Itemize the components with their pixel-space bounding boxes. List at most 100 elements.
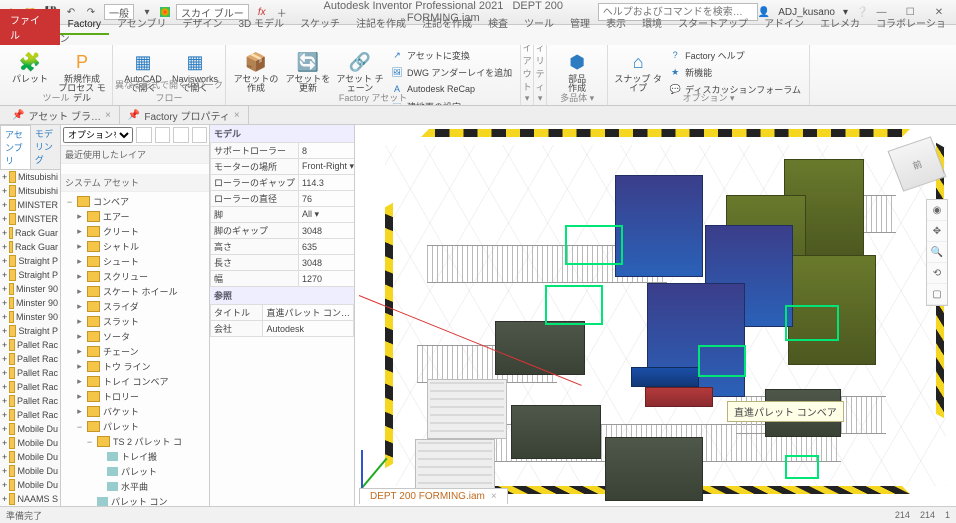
asset-leaf[interactable]: パレット コン — [61, 494, 209, 506]
property-value[interactable]: 3048 — [299, 223, 355, 239]
close-icon[interactable]: × — [234, 110, 240, 121]
asset-folder[interactable]: ▸スラット — [61, 314, 209, 329]
asset-options-select[interactable]: オプションを選択 — [63, 127, 133, 143]
expand-icon[interactable]: − — [85, 437, 94, 447]
ribbon-tab[interactable]: デザイン — [175, 16, 231, 33]
expand-icon[interactable]: ▸ — [75, 331, 84, 342]
browser-item[interactable]: +Pallet Rac — [0, 380, 60, 394]
pin-icon[interactable]: 📌 — [128, 110, 140, 121]
property-row[interactable]: タイトル直進パレット コン… — [211, 305, 354, 321]
expand-icon[interactable]: − — [75, 422, 84, 432]
zoom-icon[interactable]: 🔍 — [927, 242, 947, 263]
panel-tab-asset-browser[interactable]: 📌 アセット ブラ…× — [4, 106, 120, 125]
expand-icon[interactable]: ▸ — [75, 241, 84, 252]
browser-item[interactable]: +Pallet Rac — [0, 352, 60, 366]
property-row[interactable]: 幅1270 — [211, 271, 356, 287]
browser-item[interactable]: +MINSTER — [0, 198, 60, 212]
asset-folder[interactable]: −TS 2 パレット コ — [61, 434, 209, 449]
browser-item[interactable]: +Mitsubishi — [0, 184, 60, 198]
browser-item[interactable]: +Straight P — [0, 324, 60, 338]
asset-folder[interactable]: −パレット — [61, 419, 209, 434]
browser-item[interactable]: +Pallet Rac — [0, 394, 60, 408]
expand-icon[interactable]: ▸ — [75, 211, 84, 222]
browser-item[interactable]: +Mobile Du — [0, 436, 60, 450]
browser-item[interactable]: +Minster 90 — [0, 282, 60, 296]
browser-item[interactable]: +Mitsubishi — [0, 170, 60, 184]
asset-leaf[interactable]: トレイ搬 — [61, 449, 209, 464]
ribbon-tab[interactable]: 検査 — [480, 16, 516, 33]
pallet-conveyor-selected[interactable] — [645, 387, 713, 407]
asset-folder[interactable]: ▸シュート — [61, 254, 209, 269]
property-value[interactable]: All ▾ — [299, 207, 355, 223]
browser-item[interactable]: +Straight P — [0, 268, 60, 282]
expand-icon[interactable]: ▸ — [75, 256, 84, 267]
asset-folder[interactable]: −コンベア — [61, 194, 209, 209]
ribbon-tab[interactable]: ツール — [516, 16, 562, 33]
pan-icon[interactable]: ✥ — [927, 221, 947, 242]
ribbon-tab[interactable]: アドイン — [756, 16, 812, 33]
property-value[interactable]: 8 — [299, 143, 355, 159]
asset-folder[interactable]: ▸スクリュー — [61, 269, 209, 284]
search-icon[interactable] — [155, 127, 171, 143]
browser-item[interactable]: +Pallet Rac — [0, 338, 60, 352]
property-row[interactable]: 高さ635 — [211, 239, 356, 255]
property-value[interactable]: 114.3 — [299, 175, 355, 191]
browser-item[interactable]: +Rack Guar — [0, 226, 60, 240]
browser-item[interactable]: +Minster 90 — [0, 310, 60, 324]
browser-item[interactable]: +MINSTER — [0, 212, 60, 226]
pin-icon[interactable]: 📌 — [12, 110, 24, 121]
close-icon[interactable]: × — [105, 110, 111, 121]
pallet-conveyor[interactable] — [631, 367, 699, 387]
ribbon-tab[interactable]: アセンブリ — [109, 16, 175, 33]
expand-icon[interactable]: ▸ — [75, 346, 84, 357]
refresh-icon[interactable] — [173, 127, 189, 143]
browser-item[interactable]: +Mobile Du — [0, 478, 60, 492]
expand-icon[interactable]: ▸ — [75, 316, 84, 327]
property-value[interactable]: 直進パレット コン… — [263, 305, 354, 321]
panel-tab-factory-properties[interactable]: 📌 Factory プロパティ× — [120, 106, 249, 125]
ribbon-tab[interactable]: 環境 — [634, 16, 670, 33]
asset-leaf[interactable]: パレット — [61, 464, 209, 479]
browser-item[interactable]: +Pallet Rac — [0, 366, 60, 380]
browser-item[interactable]: +Minster 90 — [0, 296, 60, 310]
steering-wheel-icon[interactable]: ◉ — [927, 200, 947, 221]
ribbon-tab[interactable]: スケッチ — [292, 16, 348, 33]
property-row[interactable]: ローラーのギャップ114.3 — [211, 175, 356, 191]
expand-icon[interactable]: ▸ — [75, 376, 84, 387]
document-tab[interactable]: DEPT 200 FORMING.iam× — [359, 488, 508, 504]
ribbon-tab[interactable]: 注記を作成 — [414, 16, 480, 33]
browser-item[interactable]: +Pallet Rac — [0, 408, 60, 422]
asset-folder[interactable]: ▸トレイ コンベア — [61, 374, 209, 389]
ribbon-button[interactable]: ⬢部品作成 — [553, 47, 601, 94]
file-tab[interactable]: ファイル — [0, 9, 60, 45]
ribbon-small-button[interactable]: ?Factory ヘルプ — [666, 47, 803, 63]
asset-folder[interactable]: ▸クリート — [61, 224, 209, 239]
ribbon-tab[interactable]: スタートアップ — [670, 16, 756, 33]
expand-icon[interactable]: ▸ — [75, 361, 84, 372]
ribbon-tab[interactable]: 3D モデル — [231, 16, 293, 33]
lookat-icon[interactable]: ▢ — [927, 284, 947, 305]
expand-icon[interactable]: ▸ — [75, 286, 84, 297]
ribbon-small-button[interactable]: 🖼DWG アンダーレイを追加 — [388, 64, 514, 80]
asset-folder[interactable]: ▸トウ ライン — [61, 359, 209, 374]
property-row[interactable]: モーターの場所Front-Right ▾ — [211, 159, 356, 175]
asset-leaf[interactable]: 水平曲 — [61, 479, 209, 494]
property-value[interactable]: 635 — [299, 239, 355, 255]
browser-item[interactable]: +Rack Guar — [0, 240, 60, 254]
property-value[interactable]: 76 — [299, 191, 355, 207]
asset-folder[interactable]: ▸ソータ — [61, 329, 209, 344]
property-row[interactable]: サポートローラー8 — [211, 143, 356, 159]
ribbon-tab[interactable]: 注記を作成 — [348, 16, 414, 33]
asset-folder[interactable]: ▸スケート ホイール — [61, 284, 209, 299]
browser-tab-assembly[interactable]: アセンブリ — [0, 125, 31, 169]
gear-icon[interactable] — [192, 127, 208, 143]
asset-folder[interactable]: ▸シャトル — [61, 239, 209, 254]
asset-folder[interactable]: ▸バケット — [61, 404, 209, 419]
ribbon-tab[interactable]: エレメカ — [812, 16, 868, 33]
property-row[interactable]: 長さ3048 — [211, 255, 356, 271]
expand-icon[interactable]: ▸ — [75, 406, 84, 417]
ribbon-small-button[interactable]: ★新機能 — [666, 64, 803, 80]
browser-item[interactable]: +Mobile Du — [0, 422, 60, 436]
asset-folder[interactable]: ▸エアー — [61, 209, 209, 224]
property-value[interactable]: 3048 — [299, 255, 355, 271]
